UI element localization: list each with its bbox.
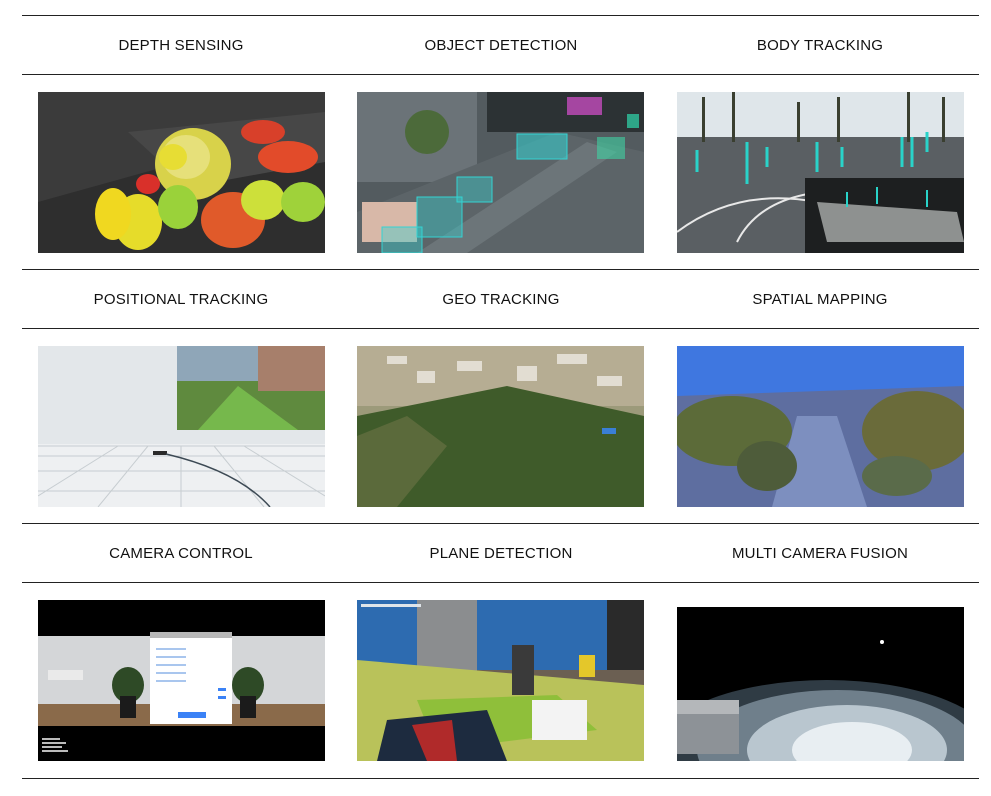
divider	[22, 523, 979, 524]
camera-control-image[interactable]	[38, 600, 325, 761]
divider	[22, 778, 979, 779]
feature-label-object-detection[interactable]: OBJECT DETECTION	[351, 37, 651, 54]
geo-tracking-image[interactable]	[357, 346, 644, 507]
divider	[22, 15, 979, 16]
plane-detection-image[interactable]	[357, 600, 644, 761]
body-tracking-image[interactable]	[677, 92, 964, 253]
feature-label-geo-tracking[interactable]: GEO TRACKING	[351, 291, 651, 308]
positional-tracking-image[interactable]	[38, 346, 325, 507]
feature-label-positional-tracking[interactable]: POSITIONAL TRACKING	[31, 291, 331, 308]
divider	[22, 269, 979, 270]
depth-sensing-image[interactable]	[38, 92, 325, 253]
feature-label-body-tracking[interactable]: BODY TRACKING	[670, 37, 970, 54]
divider	[22, 328, 979, 329]
object-detection-image[interactable]	[357, 92, 644, 253]
feature-label-spatial-mapping[interactable]: SPATIAL MAPPING	[670, 291, 970, 308]
divider	[22, 582, 979, 583]
feature-label-camera-control[interactable]: CAMERA CONTROL	[31, 545, 331, 562]
feature-label-plane-detection[interactable]: PLANE DETECTION	[351, 545, 651, 562]
divider	[22, 74, 979, 75]
feature-label-multi-camera-fusion[interactable]: MULTI CAMERA FUSION	[670, 545, 970, 562]
spatial-mapping-image[interactable]	[677, 346, 964, 507]
multi-camera-fusion-image[interactable]	[677, 600, 964, 761]
feature-label-depth-sensing[interactable]: DEPTH SENSING	[31, 37, 331, 54]
